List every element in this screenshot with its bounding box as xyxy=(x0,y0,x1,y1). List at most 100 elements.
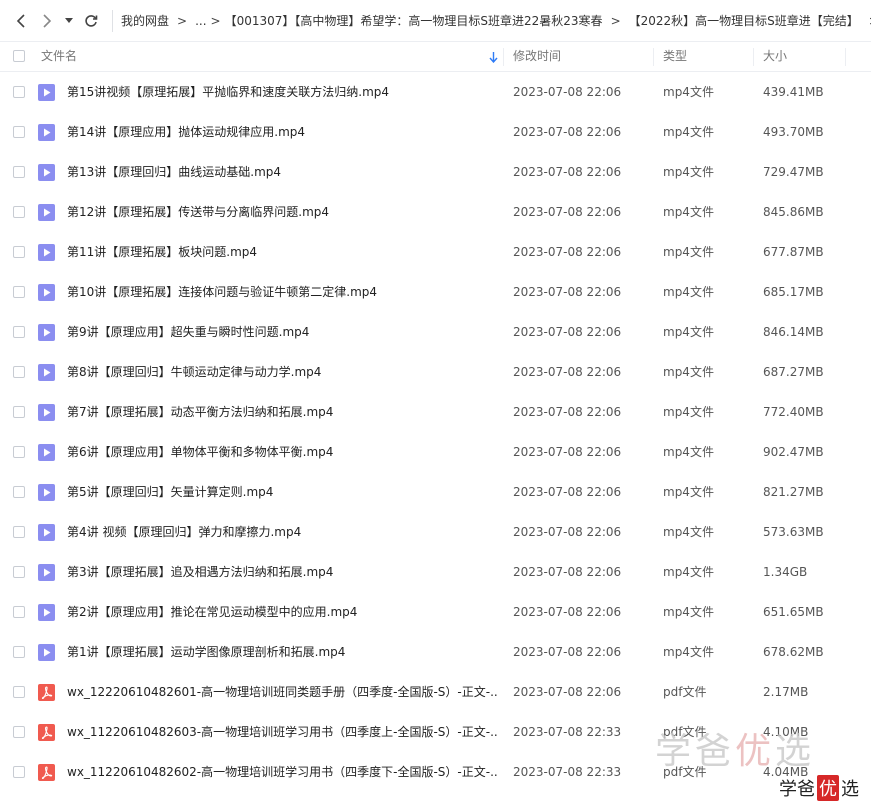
column-divider[interactable] xyxy=(753,48,754,66)
file-row[interactable]: 第8讲【原理回归】牛顿运动定律与动力学.mp4 2023-07-08 22:06 m… xyxy=(0,352,871,392)
column-divider[interactable] xyxy=(845,48,846,66)
row-checkbox[interactable] xyxy=(13,326,25,338)
row-checkbox[interactable] xyxy=(13,246,25,258)
file-size: 573.63MB xyxy=(763,525,824,539)
column-header-time[interactable]: 修改时间 xyxy=(513,42,561,71)
row-checkbox[interactable] xyxy=(13,526,25,538)
breadcrumb-item-ellipsis[interactable]: ... xyxy=(195,14,206,28)
file-size: 729.47MB xyxy=(763,165,824,179)
file-row[interactable]: 第2讲【原理应用】推论在常见运动模型中的应用.mp4 2023-07-08 22:… xyxy=(0,592,871,632)
sort-arrow-down-icon[interactable] xyxy=(489,52,498,63)
file-modified-time: 2023-07-08 22:06 xyxy=(513,245,622,259)
file-row[interactable]: 第3讲【原理拓展】追及相遇方法归纳和拓展.mp4 2023-07-08 22:06… xyxy=(0,552,871,592)
row-checkbox[interactable] xyxy=(13,86,25,98)
row-checkbox[interactable] xyxy=(13,486,25,498)
breadcrumb-item-root[interactable]: 我的网盘 xyxy=(121,12,169,29)
row-checkbox[interactable] xyxy=(13,366,25,378)
file-modified-time: 2023-07-08 22:06 xyxy=(513,525,622,539)
file-modified-time: 2023-07-08 22:06 xyxy=(513,165,622,179)
column-divider[interactable] xyxy=(503,48,504,66)
row-checkbox[interactable] xyxy=(13,406,25,418)
file-type: mp4文件 xyxy=(663,605,714,619)
refresh-button[interactable] xyxy=(78,8,104,34)
file-type: mp4文件 xyxy=(663,525,714,539)
file-row[interactable]: 第12讲【原理拓展】传送带与分离临界问题.mp4 2023-07-08 22:06… xyxy=(0,192,871,232)
file-name: wx_12220610482601-高一物理培训班同类题手册（四季度-全国版-S… xyxy=(67,685,497,699)
row-checkbox[interactable] xyxy=(13,566,25,578)
file-size: 651.65MB xyxy=(763,605,824,619)
file-name: 第3讲【原理拓展】追及相遇方法归纳和拓展.mp4 xyxy=(67,565,334,579)
select-all-checkbox[interactable] xyxy=(13,50,25,62)
file-row[interactable]: 第9讲【原理应用】超失重与瞬时性问题.mp4 2023-07-08 22:06 mp… xyxy=(0,312,871,352)
video-file-icon xyxy=(38,324,55,341)
file-type: mp4文件 xyxy=(663,325,714,339)
file-row[interactable]: 第5讲【原理回归】矢量计算定则.mp4 2023-07-08 22:06 mp4文件… xyxy=(0,472,871,512)
watermark-text: 优 xyxy=(817,775,839,801)
video-file-icon xyxy=(38,524,55,541)
back-button[interactable] xyxy=(8,8,34,34)
file-type: mp4文件 xyxy=(663,205,714,219)
file-type: mp4文件 xyxy=(663,405,714,419)
file-modified-time: 2023-07-08 22:06 xyxy=(513,325,622,339)
row-checkbox[interactable] xyxy=(13,686,25,698)
video-file-icon xyxy=(38,84,55,101)
file-row[interactable]: 第14讲【原理应用】抛体运动规律应用.mp4 2023-07-08 22:06 mp… xyxy=(0,112,871,152)
toolbar: 我的网盘 > ... > 【001307】【高中物理】希望学：高一物理目标S班章… xyxy=(0,0,871,42)
history-dropdown-button[interactable] xyxy=(60,8,78,34)
file-row[interactable]: 第7讲【原理拓展】动态平衡方法归纳和拓展.mp4 2023-07-08 22:06… xyxy=(0,392,871,432)
breadcrumb-item-course[interactable]: 【001307】【高中物理】希望学：高一物理目标S班章进22暑秋23寒春 xyxy=(225,12,603,29)
file-name: 第7讲【原理拓展】动态平衡方法归纳和拓展.mp4 xyxy=(67,405,334,419)
file-name: 第10讲【原理拓展】连接体问题与验证牛顿第二定律.mp4 xyxy=(67,285,378,299)
file-size: 1.34GB xyxy=(763,565,808,579)
video-file-icon xyxy=(38,124,55,141)
file-row[interactable]: 第1讲【原理拓展】运动学图像原理剖析和拓展.mp4 2023-07-08 22:0… xyxy=(0,632,871,672)
file-name: 第13讲【原理回归】曲线运动基础.mp4 xyxy=(67,165,282,179)
row-checkbox[interactable] xyxy=(13,286,25,298)
file-name: 第1讲【原理拓展】运动学图像原理剖析和拓展.mp4 xyxy=(67,645,346,659)
file-size: 2.17MB xyxy=(763,685,809,699)
file-type: mp4文件 xyxy=(663,285,714,299)
file-row[interactable]: 第13讲【原理回归】曲线运动基础.mp4 2023-07-08 22:06 mp4文… xyxy=(0,152,871,192)
file-row[interactable]: 第10讲【原理拓展】连接体问题与验证牛顿第二定律.mp4 2023-07-08 2… xyxy=(0,272,871,312)
row-checkbox[interactable] xyxy=(13,766,25,778)
video-file-icon xyxy=(38,284,55,301)
video-file-icon xyxy=(38,444,55,461)
file-row[interactable]: 第4讲 视频【原理回归】弹力和摩擦力.mp4 2023-07-08 22:06 mp… xyxy=(0,512,871,552)
chevron-left-icon xyxy=(16,13,25,28)
row-checkbox[interactable] xyxy=(13,126,25,138)
column-header-name[interactable]: 文件名 xyxy=(41,42,77,71)
row-checkbox[interactable] xyxy=(13,206,25,218)
video-file-icon xyxy=(38,564,55,581)
file-name: 第12讲【原理拓展】传送带与分离临界问题.mp4 xyxy=(67,205,330,219)
file-name: 第5讲【原理回归】矢量计算定则.mp4 xyxy=(67,485,274,499)
file-row[interactable]: wx_12220610482601-高一物理培训班同类题手册（四季度-全国版-S… xyxy=(0,672,871,712)
forward-button[interactable] xyxy=(34,8,60,34)
file-row[interactable]: 第15讲视频【原理拓展】平抛临界和速度关联方法归纳.mp4 2023-07-08 … xyxy=(0,72,871,112)
row-checkbox[interactable] xyxy=(13,646,25,658)
column-divider[interactable] xyxy=(653,48,654,66)
row-checkbox[interactable] xyxy=(13,446,25,458)
file-name: 第15讲视频【原理拓展】平抛临界和速度关联方法归纳.mp4 xyxy=(67,85,390,99)
video-file-icon xyxy=(38,204,55,221)
watermark-text: 选 xyxy=(775,731,816,772)
file-modified-time: 2023-07-08 22:06 xyxy=(513,685,622,699)
pdf-file-icon xyxy=(38,684,55,701)
breadcrumb-item-current[interactable]: 【2022秋】高一物理目标S班章进【完结】 xyxy=(629,12,859,29)
breadcrumb: 我的网盘 > ... > 【001307】【高中物理】希望学：高一物理目标S班章… xyxy=(121,12,871,29)
pdf-file-icon xyxy=(38,724,55,741)
row-checkbox[interactable] xyxy=(13,166,25,178)
toolbar-divider xyxy=(112,9,113,32)
column-header-type[interactable]: 类型 xyxy=(663,42,687,71)
file-name: 第14讲【原理应用】抛体运动规律应用.mp4 xyxy=(67,125,306,139)
file-type: mp4文件 xyxy=(663,365,714,379)
file-size: 439.41MB xyxy=(763,85,824,99)
file-row[interactable]: 第11讲【原理拓展】板块问题.mp4 2023-07-08 22:06 mp4文件 6… xyxy=(0,232,871,272)
video-file-icon xyxy=(38,484,55,501)
file-row[interactable]: 第6讲【原理应用】单物体平衡和多物体平衡.mp4 2023-07-08 22:06… xyxy=(0,432,871,472)
row-checkbox[interactable] xyxy=(13,606,25,618)
file-size: 846.14MB xyxy=(763,325,824,339)
file-type: pdf文件 xyxy=(663,685,707,699)
column-header-size[interactable]: 大小 xyxy=(763,42,787,71)
file-modified-time: 2023-07-08 22:06 xyxy=(513,405,622,419)
row-checkbox[interactable] xyxy=(13,726,25,738)
